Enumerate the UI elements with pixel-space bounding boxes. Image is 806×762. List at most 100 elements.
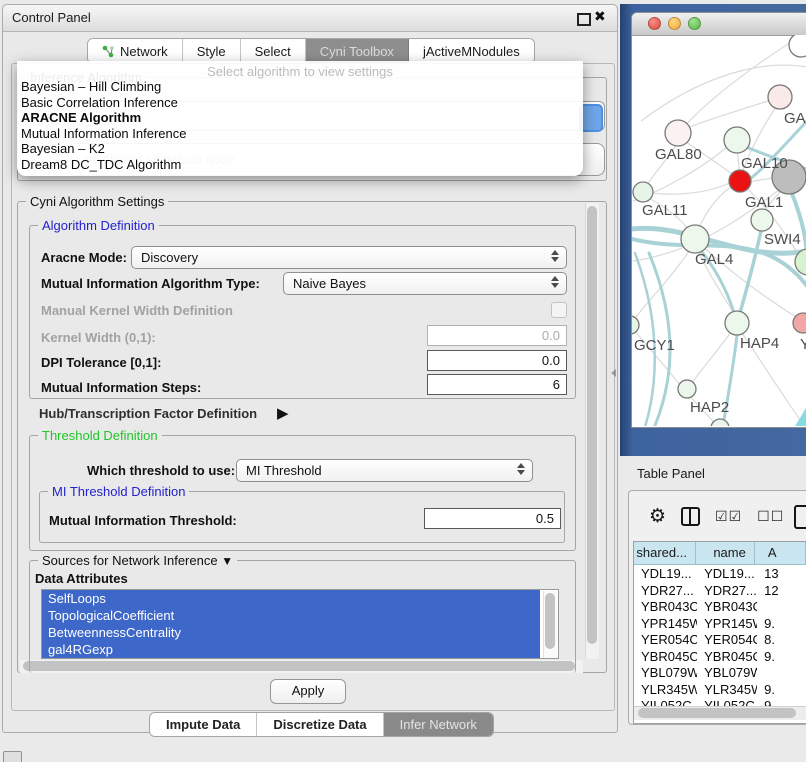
- dpi-tolerance-input[interactable]: 0.0: [427, 350, 567, 371]
- table-horizontal-scrollbar-thumb[interactable]: [638, 708, 796, 718]
- gear-icon[interactable]: ⚙: [649, 505, 666, 528]
- sources-title-text: Sources for Network Inference: [42, 553, 218, 568]
- select-all-checkboxes-icon[interactable]: ☑☑: [715, 508, 742, 525]
- combo-arrows-icon: [517, 463, 525, 475]
- table-row[interactable]: YDR27...YDR27...12: [634, 582, 806, 599]
- mi-algorithm-type-combobox[interactable]: Naive Bayes: [283, 272, 567, 295]
- table-panel-titlebar[interactable]: Table Panel: [626, 461, 806, 487]
- algorithm-option-selected[interactable]: ARACNE Algorithm: [17, 110, 583, 126]
- node-gal1[interactable]: [729, 170, 751, 192]
- algorithm-option[interactable]: Bayesian – K2: [17, 141, 583, 157]
- minimize-traffic-light-icon[interactable]: [668, 17, 681, 30]
- node-label: GAL80: [655, 146, 702, 163]
- minimized-panel-icon[interactable]: [3, 751, 22, 762]
- cyni-algorithm-settings-title: Cyni Algorithm Settings: [26, 194, 168, 209]
- columns-icon[interactable]: [681, 507, 700, 526]
- node-gal11[interactable]: [633, 182, 653, 202]
- algorithm-option[interactable]: Dream8 DC_TDC Algorithm: [17, 157, 583, 173]
- aracne-mode-combobox[interactable]: Discovery: [131, 246, 567, 269]
- attribute-item-selected[interactable]: gal4RGexp: [42, 641, 540, 658]
- threshold-definition-title: Threshold Definition: [38, 428, 162, 443]
- tab-select[interactable]: Select: [241, 39, 306, 63]
- tab-style[interactable]: Style: [183, 39, 241, 63]
- cell: YPR145W: [697, 615, 757, 632]
- tab-style-label: Style: [197, 44, 226, 59]
- mi-algorithm-type-label: Mutual Information Algorithm Type:: [41, 276, 260, 291]
- column-header[interactable]: A: [755, 542, 806, 564]
- which-threshold-combobox[interactable]: MI Threshold: [236, 459, 533, 482]
- algorithm-option[interactable]: Basic Correlation Inference: [17, 95, 583, 111]
- maximize-traffic-light-icon[interactable]: [688, 17, 701, 30]
- table-row[interactable]: YPR145WYPR145W9.: [634, 615, 806, 632]
- column-header-name[interactable]: name: [696, 542, 755, 564]
- collapse-arrow-icon[interactable]: ▼: [221, 554, 233, 568]
- tab-cyni-toolbox[interactable]: Cyni Toolbox: [306, 39, 409, 63]
- table-row[interactable]: YLR345WYLR345W9.: [634, 681, 806, 698]
- node-gal[interactable]: [768, 85, 792, 109]
- network-view-window[interactable]: GAL GAL80 GAL10 GAL1 GAL11 SWI4 GAL4 GCY…: [631, 12, 806, 428]
- algorithm-option[interactable]: Bayesian – Hill Climbing: [17, 79, 583, 95]
- node-label: GAL10: [741, 155, 788, 172]
- node-gcy1[interactable]: [632, 316, 639, 334]
- node-hap2[interactable]: [678, 380, 696, 398]
- attribute-item-selected[interactable]: BetweennessCentrality: [42, 624, 540, 641]
- tab-network-label: Network: [120, 44, 168, 59]
- kernel-width-input[interactable]: 0.0: [427, 325, 567, 346]
- cell: 9.: [757, 681, 806, 698]
- combo-arrows-icon: [551, 276, 559, 288]
- cell: YER054C: [697, 631, 757, 648]
- attribute-item-selected[interactable]: TopologicalCoefficient: [42, 607, 540, 624]
- new-table-icon[interactable]: [794, 505, 806, 529]
- cell: YDR27...: [634, 582, 697, 599]
- node-gal10[interactable]: [724, 127, 750, 153]
- panel-splitter-arrow[interactable]: [611, 369, 616, 377]
- cell: YDR27...: [697, 582, 757, 599]
- tab-infer-network[interactable]: Infer Network: [384, 713, 493, 736]
- node-swi4[interactable]: [751, 209, 773, 231]
- control-panel-window: Control Panel ✖ Network Style Select Cyn…: [2, 4, 618, 733]
- table-row[interactable]: YBR043CYBR043C: [634, 598, 806, 615]
- tab-jactivemnodules[interactable]: jActiveMNodules: [409, 39, 534, 63]
- attribute-list-scrollbar[interactable]: [543, 591, 557, 659]
- apply-button[interactable]: Apply: [270, 679, 346, 704]
- expand-arrow-icon[interactable]: ▶: [277, 404, 289, 422]
- mi-threshold-input[interactable]: 0.5: [424, 508, 561, 529]
- table-row[interactable]: YBR045CYBR045C9.: [634, 648, 806, 665]
- close-icon[interactable]: ✖: [594, 8, 606, 25]
- table-row[interactable]: YBL079WYBL079W: [634, 664, 806, 681]
- aracne-mode-value: Discovery: [141, 250, 198, 265]
- node-gal4[interactable]: [681, 225, 709, 253]
- algorithm-definition-title: Algorithm Definition: [38, 218, 159, 233]
- settings-vertical-scrollbar-thumb[interactable]: [587, 206, 597, 644]
- node-hap4[interactable]: [725, 311, 749, 335]
- tab-discretize-data-label: Discretize Data: [273, 717, 366, 732]
- network-desktop: GAL GAL80 GAL10 GAL1 GAL11 SWI4 GAL4 GCY…: [620, 4, 806, 456]
- table-body: YDL19...YDL19...13 YDR27...YDR27...12 YB…: [634, 565, 806, 708]
- node[interactable]: [711, 419, 729, 426]
- mi-steps-input[interactable]: 6: [427, 374, 567, 395]
- attribute-item-selected[interactable]: SelfLoops: [42, 590, 540, 607]
- node-gal80[interactable]: [665, 120, 691, 146]
- node-label: GCY1: [634, 337, 675, 354]
- table-row[interactable]: YDL19...YDL19...13: [634, 565, 806, 582]
- float-window-icon[interactable]: [577, 13, 591, 26]
- network-window-titlebar[interactable]: [632, 13, 806, 36]
- close-traffic-light-icon[interactable]: [648, 17, 661, 30]
- data-attributes-list: SelfLoops TopologicalCoefficient Between…: [41, 589, 559, 659]
- table-row[interactable]: YER054CYER054C8.: [634, 631, 806, 648]
- table-panel: ⚙ ☑☑ ☐☐ shared... name A YDL19...YDL19..…: [628, 490, 806, 725]
- network-canvas[interactable]: GAL GAL80 GAL10 GAL1 GAL11 SWI4 GAL4 GCY…: [632, 35, 806, 426]
- column-header-shared-name[interactable]: shared...: [634, 542, 696, 564]
- node[interactable]: [789, 35, 806, 57]
- tab-discretize-data[interactable]: Discretize Data: [257, 713, 383, 736]
- control-panel-titlebar[interactable]: Control Panel ✖: [3, 5, 617, 32]
- tab-network[interactable]: Network: [88, 39, 183, 63]
- settings-vertical-scrollbar[interactable]: [585, 203, 599, 659]
- dpi-tolerance-label: DPI Tolerance [0,1]:: [41, 355, 161, 370]
- deselect-all-checkboxes-icon[interactable]: ☐☐: [757, 508, 784, 525]
- manual-kernel-width-checkbox[interactable]: [551, 302, 567, 318]
- attribute-list-scrollbar-thumb[interactable]: [545, 593, 555, 649]
- table-horizontal-scrollbar[interactable]: [634, 706, 806, 720]
- algorithm-option[interactable]: Mutual Information Inference: [17, 126, 583, 142]
- tab-impute-data[interactable]: Impute Data: [150, 713, 257, 736]
